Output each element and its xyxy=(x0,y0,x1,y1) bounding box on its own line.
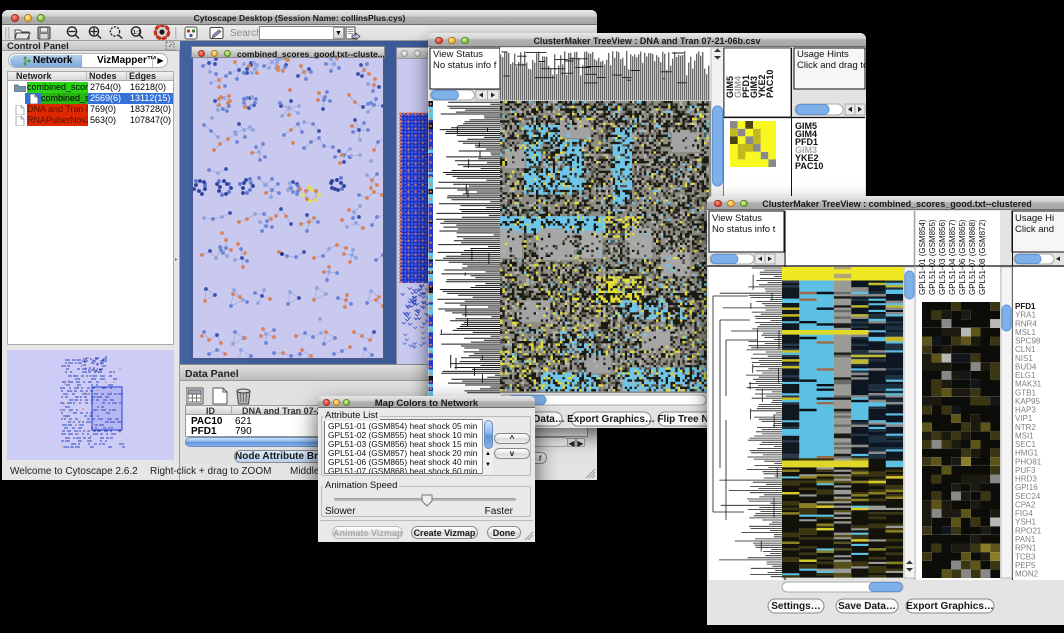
svg-text:CLN1: CLN1 xyxy=(1015,345,1036,354)
svg-text:ELG1: ELG1 xyxy=(1015,371,1036,380)
svg-text:Data…: Data… xyxy=(533,414,565,425)
svg-text:MON2: MON2 xyxy=(1015,570,1039,579)
svg-text:Export Graphics…: Export Graphics… xyxy=(906,601,994,612)
svg-text:View Status: View Status xyxy=(712,213,762,224)
svg-text:GPL51-03 (GSM856): GPL51-03 (GSM856) xyxy=(938,219,947,295)
svg-text:Click and: Click and xyxy=(1015,224,1054,235)
svg-text:PAC10: PAC10 xyxy=(765,70,775,98)
svg-text:GPL51-06 (GSM865): GPL51-06 (GSM865) xyxy=(958,219,967,295)
svg-text:Export Graphics…: Export Graphics… xyxy=(567,414,655,425)
svg-text:GPL51-02 (GSM855): GPL51-02 (GSM855) xyxy=(928,219,937,295)
svg-text:No status info f: No status info f xyxy=(433,60,497,71)
svg-text:KAP95: KAP95 xyxy=(1015,397,1040,406)
svg-text:Save Data…: Save Data… xyxy=(838,601,896,612)
svg-text:Usage Hints: Usage Hints xyxy=(797,49,849,60)
svg-text:GPL51-07 (GSM868): GPL51-07 (GSM868) xyxy=(968,219,977,295)
svg-text:GPL51-01 (GSM854): GPL51-01 (GSM854) xyxy=(918,219,927,295)
svg-text:View Status: View Status xyxy=(433,49,483,60)
svg-text:RPN1: RPN1 xyxy=(1015,544,1037,553)
svg-text:YSH1: YSH1 xyxy=(1015,518,1036,527)
svg-text:Usage Hi: Usage Hi xyxy=(1015,213,1054,224)
svg-text:No status info t: No status info t xyxy=(712,224,776,235)
svg-text:PAC10: PAC10 xyxy=(795,161,823,171)
svg-text:YRA1: YRA1 xyxy=(1015,311,1036,320)
svg-text:Flip Tree N: Flip Tree N xyxy=(657,414,708,425)
svg-text:MSI1: MSI1 xyxy=(1015,431,1034,440)
svg-text:Settings…: Settings… xyxy=(771,601,820,612)
svg-text:PHO81: PHO81 xyxy=(1015,457,1042,466)
svg-text:GPL51-04 (GSM857): GPL51-04 (GSM857) xyxy=(948,219,957,295)
svg-text:Click and drag to: Click and drag to xyxy=(797,60,866,71)
svg-text:GPI16: GPI16 xyxy=(1015,483,1038,492)
svg-text:GPL51-08 (GSM872): GPL51-08 (GSM872) xyxy=(978,219,987,295)
svg-text:1:1: 1:1 xyxy=(133,30,141,36)
